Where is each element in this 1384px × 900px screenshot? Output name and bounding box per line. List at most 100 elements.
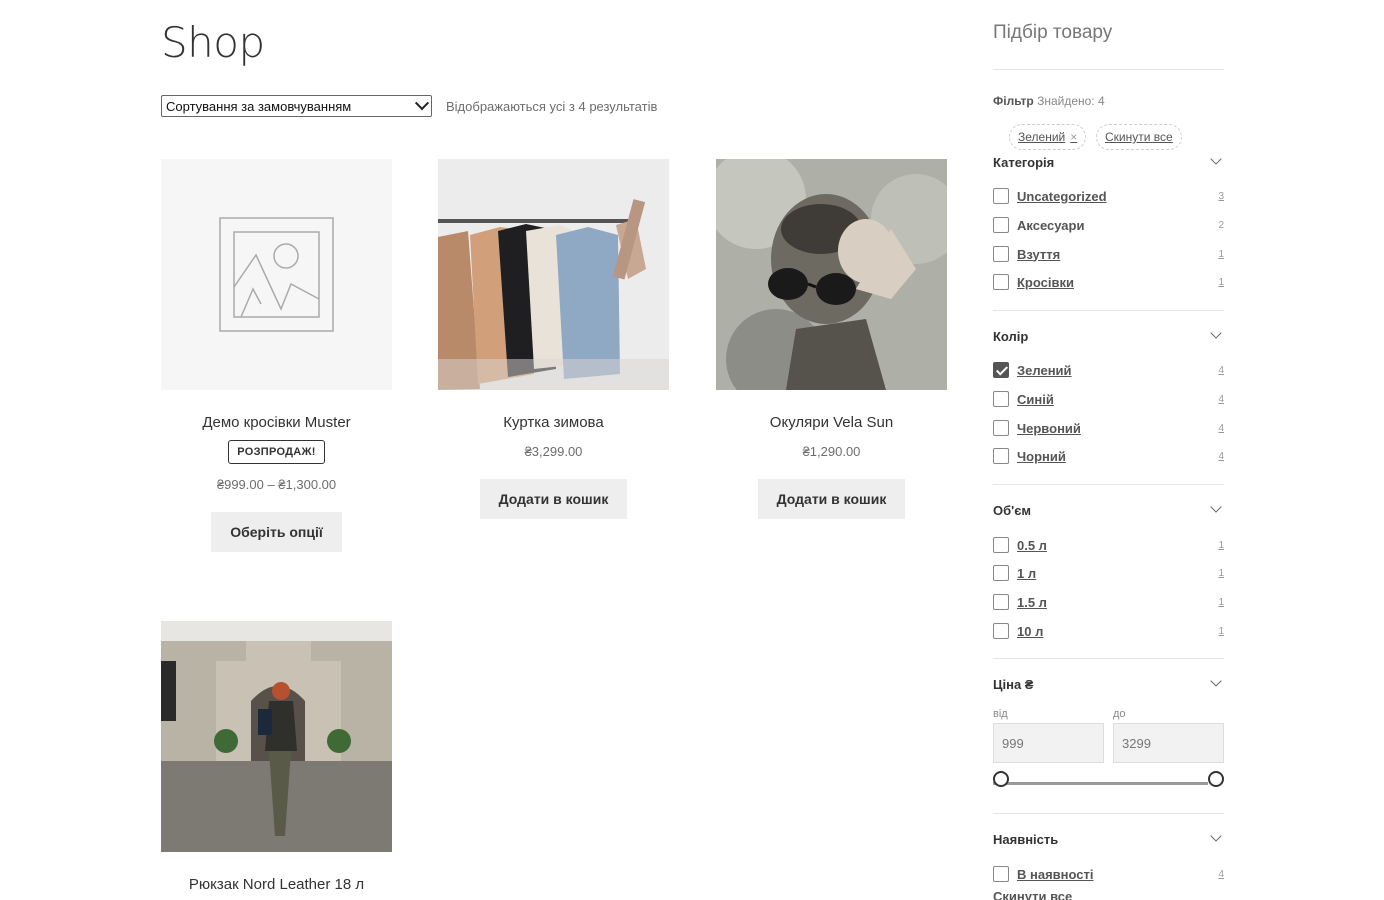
option-label[interactable]: Кросівки bbox=[1017, 275, 1074, 290]
active-filter-chip[interactable]: Зелений × bbox=[1009, 124, 1087, 150]
filter-option[interactable]: 10 л 1 bbox=[993, 622, 1224, 640]
option-label[interactable]: Червоний bbox=[1017, 421, 1081, 436]
option-label[interactable]: Чорний bbox=[1017, 449, 1066, 464]
woman-with-backpack-photo bbox=[161, 621, 392, 852]
section-title: Категорія bbox=[993, 155, 1055, 170]
option-count: 2 bbox=[1218, 219, 1224, 231]
option-label[interactable]: В наявності bbox=[1017, 867, 1094, 882]
filter-option[interactable]: Червоний 4 bbox=[993, 419, 1224, 437]
checkbox[interactable] bbox=[993, 217, 1009, 233]
checkbox[interactable] bbox=[993, 274, 1009, 290]
add-to-cart-button[interactable]: Додати в кошик bbox=[479, 479, 628, 519]
option-label[interactable]: 1.5 л bbox=[1017, 595, 1047, 610]
product-price: ₴1,290.00 bbox=[802, 444, 861, 459]
checkbox[interactable] bbox=[993, 448, 1009, 464]
checkbox[interactable] bbox=[993, 391, 1009, 407]
placeholder-image-icon bbox=[219, 217, 334, 332]
option-count: 4 bbox=[1218, 422, 1224, 434]
filter-option[interactable]: Зелений 4 bbox=[993, 361, 1224, 379]
product-card: Рюкзак Nord Leather 18 л bbox=[161, 621, 392, 893]
chevron-down-icon[interactable] bbox=[1210, 675, 1222, 687]
volume-section-header[interactable]: Об'єм bbox=[993, 501, 1224, 518]
chevron-down-icon[interactable] bbox=[1210, 327, 1222, 339]
product-image[interactable] bbox=[438, 159, 669, 390]
filter-option[interactable]: 1 л 1 bbox=[993, 564, 1224, 582]
option-label[interactable]: 1 л bbox=[1017, 566, 1036, 581]
man-holding-sunglasses-photo bbox=[716, 159, 947, 390]
product-image[interactable] bbox=[161, 159, 392, 390]
product-card: Окуляри Vela Sun ₴1,290.00 Додати в коши… bbox=[716, 159, 947, 519]
price-slider-max-handle[interactable] bbox=[1208, 771, 1224, 787]
remove-icon[interactable]: × bbox=[1070, 130, 1077, 144]
add-to-cart-button[interactable]: Додати в кошик bbox=[757, 479, 906, 519]
active-filter-summary: Фільтр Знайдено: 4 bbox=[993, 94, 1105, 108]
filter-option[interactable]: Uncategorized 3 bbox=[993, 187, 1224, 205]
filter-option[interactable]: Кросівки 1 bbox=[993, 273, 1224, 291]
product-image[interactable] bbox=[161, 621, 392, 852]
checkbox[interactable] bbox=[993, 246, 1009, 262]
sort-selected-label: Сортування за замовчуванням bbox=[166, 98, 352, 114]
checkbox-checked[interactable] bbox=[993, 362, 1009, 378]
filter-option[interactable]: В наявності 4 bbox=[993, 865, 1224, 883]
chevron-down-icon[interactable] bbox=[1210, 153, 1222, 165]
section-title: Колір bbox=[993, 329, 1029, 344]
option-label[interactable]: Аксесуари bbox=[1017, 218, 1084, 233]
filter-option[interactable]: 1.5 л 1 bbox=[993, 593, 1224, 611]
chip-label: Зелений bbox=[1018, 130, 1066, 144]
color-section-header[interactable]: Колір bbox=[993, 327, 1224, 344]
sidebar-title: Підбір товару bbox=[993, 22, 1113, 43]
reset-all-link[interactable]: Скинути все bbox=[993, 889, 1072, 900]
checkbox[interactable] bbox=[993, 420, 1009, 436]
filter-option[interactable]: Синій 4 bbox=[993, 390, 1224, 408]
price-slider-min-handle[interactable] bbox=[993, 771, 1009, 787]
product-price: ₴3,299.00 bbox=[524, 444, 583, 459]
section-title: Ціна ₴ bbox=[993, 677, 1034, 692]
sale-badge: РОЗПРОДАЖ! bbox=[228, 440, 325, 464]
category-section-header[interactable]: Категорія bbox=[993, 153, 1224, 170]
price-slider-track[interactable] bbox=[993, 782, 1208, 785]
divider bbox=[993, 813, 1224, 814]
price-from-label: від bbox=[993, 708, 1008, 720]
divider bbox=[993, 658, 1224, 659]
divider bbox=[993, 310, 1224, 311]
option-label[interactable]: Синій bbox=[1017, 392, 1054, 407]
option-label[interactable]: 0.5 л bbox=[1017, 538, 1047, 553]
product-image[interactable] bbox=[716, 159, 947, 390]
filter-option[interactable]: Чорний 4 bbox=[993, 447, 1224, 465]
select-options-button[interactable]: Оберіть опції bbox=[211, 512, 342, 552]
product-title[interactable]: Рюкзак Nord Leather 18 л bbox=[161, 876, 392, 893]
option-label[interactable]: Зелений bbox=[1017, 363, 1072, 378]
checkbox[interactable] bbox=[993, 623, 1009, 639]
filter-label: Фільтр bbox=[993, 94, 1034, 108]
chevron-down-icon[interactable] bbox=[1210, 501, 1222, 513]
checkbox[interactable] bbox=[993, 565, 1009, 581]
option-label[interactable]: Uncategorized bbox=[1017, 189, 1107, 204]
price-max-input[interactable]: 3299 bbox=[1113, 723, 1224, 763]
product-title[interactable]: Куртка зимова bbox=[438, 414, 669, 431]
chevron-down-icon[interactable] bbox=[1210, 830, 1222, 842]
stock-section-header[interactable]: Наявність bbox=[993, 830, 1224, 847]
option-label[interactable]: Взуття bbox=[1017, 247, 1060, 262]
checkbox[interactable] bbox=[993, 537, 1009, 553]
product-card: Демо кросівки Muster РОЗПРОДАЖ! ₴999.00 … bbox=[161, 159, 392, 552]
reset-chip[interactable]: Скинути все bbox=[1096, 124, 1182, 150]
product-title[interactable]: Окуляри Vela Sun bbox=[716, 414, 947, 431]
sort-select[interactable]: Сортування за замовчуванням bbox=[161, 95, 432, 117]
price-min-input[interactable]: 999 bbox=[993, 723, 1104, 763]
filter-option[interactable]: 0.5 л 1 bbox=[993, 536, 1224, 554]
checkbox[interactable] bbox=[993, 188, 1009, 204]
option-count: 4 bbox=[1218, 364, 1224, 376]
checkbox[interactable] bbox=[993, 866, 1009, 882]
option-count: 4 bbox=[1218, 393, 1224, 405]
option-label[interactable]: 10 л bbox=[1017, 624, 1043, 639]
product-title[interactable]: Демо кросівки Muster bbox=[161, 414, 392, 431]
jackets-on-rack-photo bbox=[438, 159, 669, 390]
filter-option[interactable]: Аксесуари 2 bbox=[993, 216, 1224, 234]
filter-option[interactable]: Взуття 1 bbox=[993, 245, 1224, 263]
chevron-down-icon bbox=[414, 96, 430, 111]
price-section-header[interactable]: Ціна ₴ bbox=[993, 675, 1224, 692]
checkbox[interactable] bbox=[993, 594, 1009, 610]
found-count: Знайдено: 4 bbox=[1037, 94, 1105, 108]
product-price: ₴999.00 – ₴1,300.00 bbox=[216, 477, 337, 492]
option-count: 1 bbox=[1218, 276, 1224, 288]
